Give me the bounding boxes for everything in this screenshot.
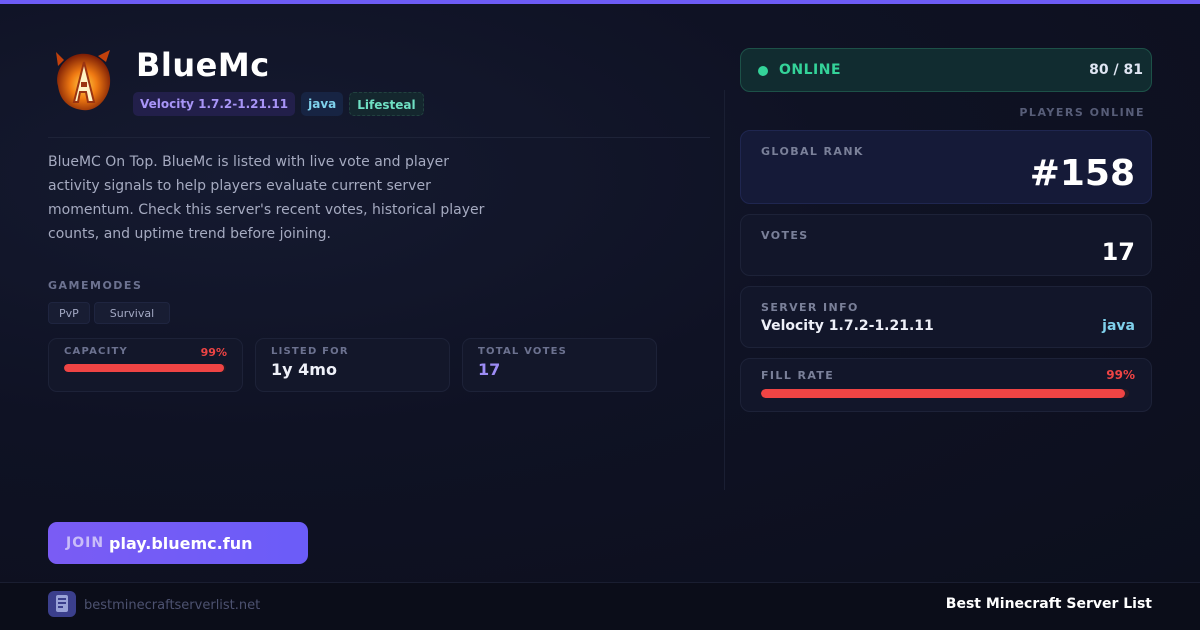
- server-tags: Velocity 1.7.2-1.21.11 java Lifesteal: [133, 92, 424, 116]
- fill-rate-panel: FILL RATE 99%: [740, 358, 1152, 412]
- join-button[interactable]: JOIN play.bluemc.fun: [48, 522, 308, 564]
- fill-rate-bar: [761, 389, 1129, 398]
- server-name: BlueMc: [136, 46, 270, 84]
- gamemodes-heading: GAMEMODES: [48, 279, 143, 292]
- server-address: play.bluemc.fun: [109, 533, 253, 553]
- listed-for-value: 1y 4mo: [271, 360, 337, 379]
- status-text: ONLINE: [779, 62, 842, 78]
- global-rank-label: GLOBAL RANK: [761, 145, 864, 158]
- server-info-panel: SERVER INFO Velocity 1.7.2-1.21.11 java: [740, 286, 1152, 348]
- server-logo: [48, 46, 120, 118]
- players-online-label: PLAYERS ONLINE: [1019, 106, 1145, 119]
- dragon-letter-a-icon: [56, 50, 111, 111]
- capacity-percent: 99%: [200, 346, 227, 359]
- footer-site-link[interactable]: bestminecraftserverlist.net: [84, 598, 260, 613]
- gamemodes-list: PvP Survival: [48, 302, 171, 324]
- votes-label: VOTES: [761, 229, 809, 242]
- votes-panel: VOTES 17: [740, 214, 1152, 276]
- fill-rate-bar-fill: [761, 389, 1126, 398]
- global-rank-value: #158: [1029, 153, 1135, 194]
- capacity-bar: [64, 364, 226, 372]
- gamemode-chip: PvP: [48, 302, 90, 324]
- column-divider: [724, 90, 725, 490]
- fill-rate-percent: 99%: [1106, 368, 1135, 382]
- footer-brand: Best Minecraft Server List: [945, 596, 1152, 612]
- server-info-version: Velocity 1.7.2-1.21.11: [761, 318, 934, 334]
- server-info-edition: java: [1102, 318, 1135, 334]
- fill-rate-label: FILL RATE: [761, 369, 835, 382]
- global-rank-panel: GLOBAL RANK #158: [740, 130, 1152, 204]
- online-dot-icon: [758, 66, 768, 76]
- mode-tag: Lifesteal: [349, 92, 424, 116]
- server-description: BlueMC On Top. BlueMc is listed with liv…: [48, 154, 485, 242]
- total-votes-value: 17: [478, 360, 501, 379]
- server-list-logo-icon: [48, 591, 76, 617]
- total-votes-label: TOTAL VOTES: [478, 346, 568, 357]
- join-label: JOIN: [66, 535, 105, 551]
- server-info-label: SERVER INFO: [761, 301, 859, 314]
- listed-for-card: LISTED FOR 1y 4mo: [255, 338, 450, 392]
- votes-value: 17: [1101, 238, 1135, 266]
- player-count: 80 / 81: [1089, 62, 1143, 78]
- online-status-card: ONLINE 80 / 81: [740, 48, 1152, 92]
- header-divider: [48, 137, 710, 138]
- total-votes-card: TOTAL VOTES 17: [462, 338, 657, 392]
- listed-for-label: LISTED FOR: [271, 346, 349, 357]
- edition-tag: java: [301, 92, 344, 116]
- capacity-bar-fill: [64, 364, 225, 372]
- capacity-card: CAPACITY 99%: [48, 338, 243, 392]
- gamemode-chip: Survival: [93, 302, 171, 324]
- version-tag: Velocity 1.7.2-1.21.11: [133, 92, 296, 116]
